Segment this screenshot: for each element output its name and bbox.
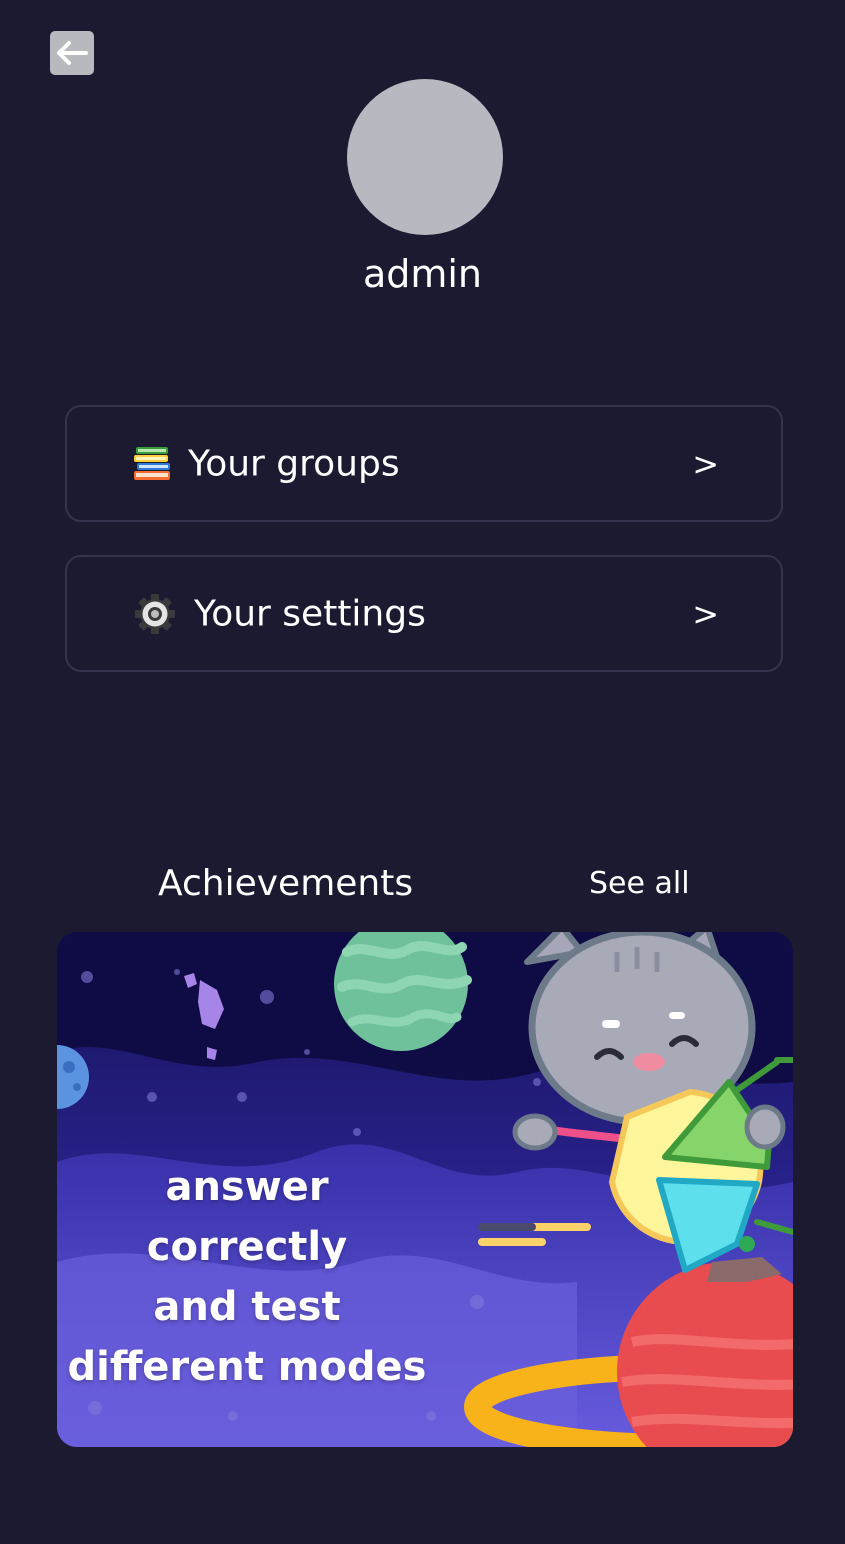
- your-settings-button[interactable]: Your settings >: [65, 555, 783, 672]
- profile-screen: admin Your groups > Your settings > Achi…: [0, 0, 845, 1544]
- books-icon: [134, 446, 170, 480]
- chevron-right-icon: >: [692, 594, 719, 633]
- banner-line: and test: [153, 1284, 341, 1330]
- gear-icon: [135, 593, 175, 634]
- your-settings-label: Your settings: [194, 593, 426, 634]
- banner-line: answer: [165, 1164, 329, 1210]
- back-button[interactable]: [50, 31, 94, 75]
- chevron-right-icon: >: [692, 444, 719, 483]
- avatar[interactable]: [347, 79, 503, 235]
- banner-line: different modes: [67, 1344, 427, 1390]
- see-all-link[interactable]: See all: [589, 866, 690, 901]
- banner-line: correctly: [146, 1224, 348, 1270]
- your-groups-label: Your groups: [188, 443, 400, 484]
- achievements-title: Achievements: [158, 863, 414, 904]
- your-groups-button[interactable]: Your groups >: [65, 405, 783, 522]
- achievement-banner-text: answer correctly and test different mode…: [57, 1157, 437, 1397]
- username: admin: [362, 252, 483, 296]
- arrow-left-icon: [57, 41, 88, 65]
- achievement-banner[interactable]: answer correctly and test different mode…: [57, 932, 793, 1447]
